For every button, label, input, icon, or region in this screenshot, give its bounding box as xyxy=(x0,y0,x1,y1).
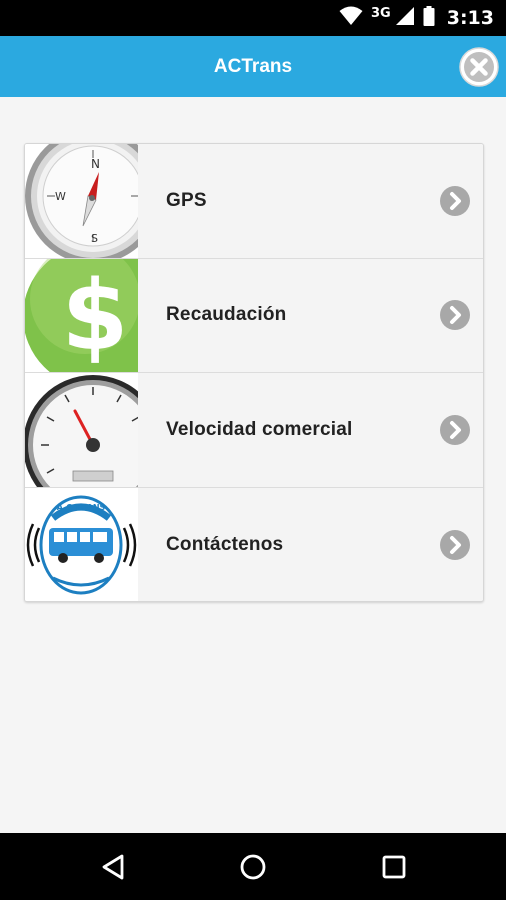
menu-item-velocidad-comercial[interactable]: Velocidad comercial xyxy=(25,373,483,488)
home-icon xyxy=(237,854,269,887)
main-menu: N W S GPS $ Recaudación Velocidad comerc… xyxy=(24,143,484,602)
back-button[interactable] xyxy=(98,851,130,883)
home-button[interactable] xyxy=(237,851,269,883)
status-bar: 3G 3:13 xyxy=(0,0,506,36)
menu-item-label: Recaudación xyxy=(166,304,287,326)
menu-item-label: Velocidad comercial xyxy=(166,418,353,440)
recents-button[interactable] xyxy=(378,851,410,883)
chevron-right-icon xyxy=(440,300,470,331)
svg-text:S: S xyxy=(91,232,98,245)
app-title: ACTrans xyxy=(213,56,293,77)
back-icon xyxy=(98,854,130,887)
close-button[interactable] xyxy=(458,46,500,88)
menu-item-recaudacion[interactable]: $ Recaudación xyxy=(25,258,483,373)
menu-item-gps[interactable]: N W S GPS xyxy=(25,144,483,259)
chevron-right-icon xyxy=(440,529,470,560)
battery-icon xyxy=(423,5,435,31)
actrans-logo-icon: A.C.TRANS xyxy=(25,487,138,601)
speedometer-icon xyxy=(25,373,138,487)
menu-item-contactenos[interactable]: A.C.TRANS Contáctenos xyxy=(25,487,483,601)
app-bar: ACTrans xyxy=(0,36,506,97)
chevron-right-icon xyxy=(440,414,470,445)
clock: 3:13 xyxy=(446,7,494,29)
network-type: 3G xyxy=(371,5,391,21)
signal-icon xyxy=(395,6,415,31)
chevron-right-icon xyxy=(440,185,470,216)
menu-item-label: GPS xyxy=(166,189,207,211)
status-icons: 3G 3:13 xyxy=(339,0,494,36)
dollar-icon: $ xyxy=(25,258,138,372)
navigation-bar xyxy=(0,833,506,900)
close-icon xyxy=(458,47,500,92)
recents-icon xyxy=(378,855,410,887)
compass-icon: N W S xyxy=(25,144,138,258)
svg-text:N: N xyxy=(91,157,100,171)
svg-text:A.C.TRANS: A.C.TRANS xyxy=(57,503,106,512)
svg-text:$: $ xyxy=(62,260,129,372)
menu-item-label: Contáctenos xyxy=(166,533,284,555)
wifi-icon xyxy=(339,6,363,31)
svg-text:W: W xyxy=(55,190,66,203)
